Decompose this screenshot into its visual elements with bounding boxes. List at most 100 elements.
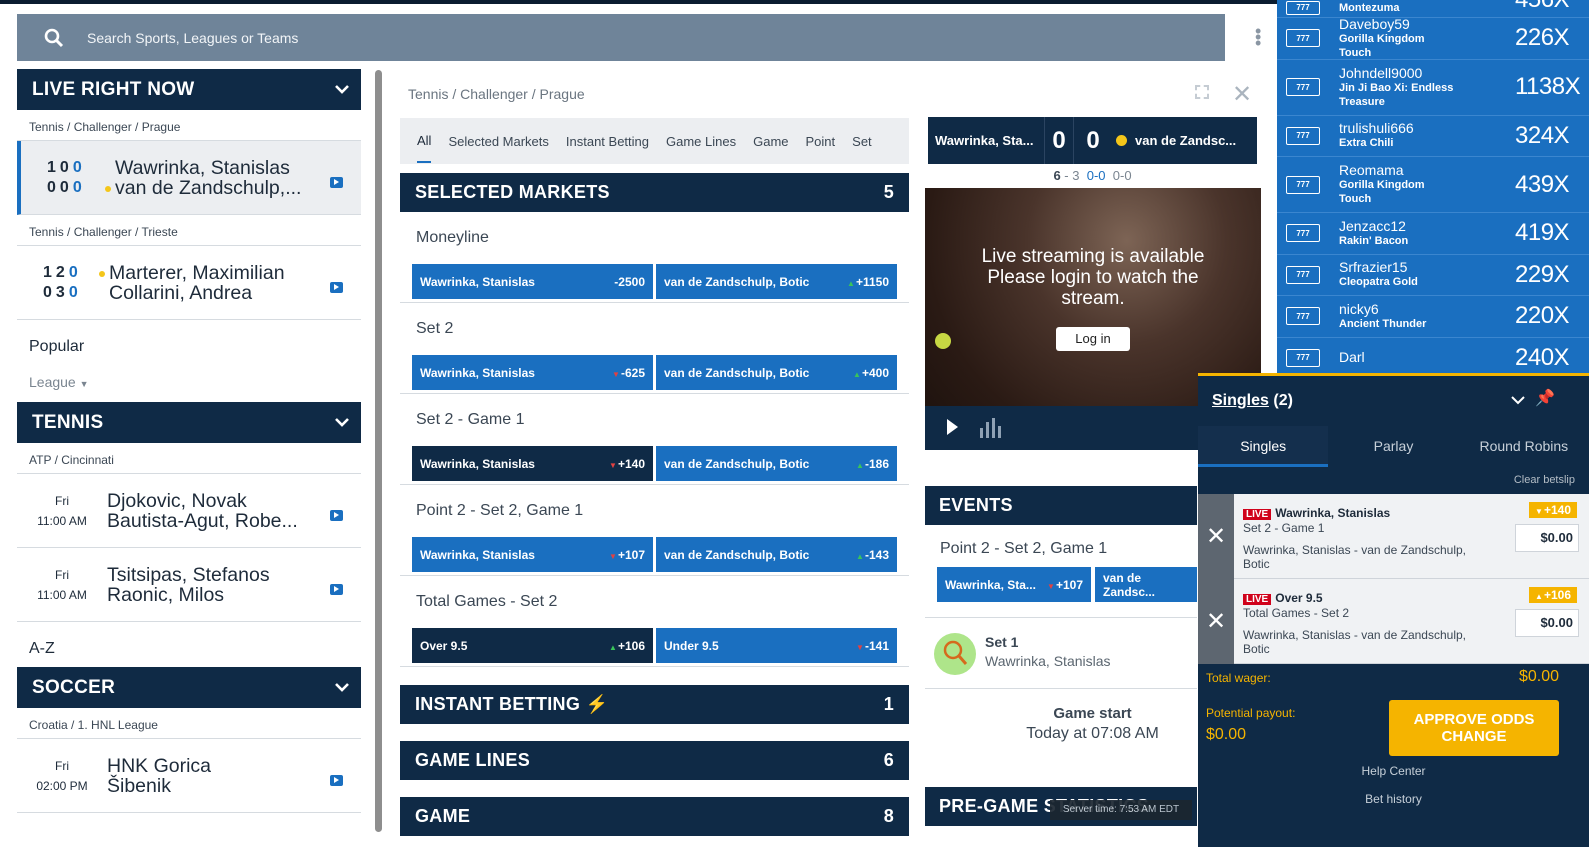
odds-button[interactable]: Wawrinka, Sta... ▼+107 [937, 567, 1091, 602]
market-moneyline: Moneyline Wawrinka, Stanislas -2500 van d… [400, 212, 909, 303]
odds-button[interactable]: van de Zandschulp, Botic ▲+400 [656, 355, 897, 390]
market-set-2-game-1: Set 2 - Game 1 Wawrinka, Stanislas ▼+140 … [400, 394, 909, 485]
wager-input[interactable]: $0.00 [1515, 609, 1579, 637]
odds-button[interactable]: Wawrinka, Stanislas ▼-625 [412, 355, 653, 390]
login-button[interactable]: Log in [1056, 327, 1130, 351]
stats-icon[interactable] [980, 418, 1006, 438]
odds-button[interactable]: Wawrinka, Stanislas ▼+107 [412, 537, 653, 572]
odds-button[interactable]: Wawrinka, Stanislas -2500 [412, 264, 653, 299]
tab-selected-markets[interactable]: Selected Markets [448, 134, 548, 149]
tab-round-robins[interactable]: Round Robins [1459, 426, 1589, 467]
approve-odds-change-button[interactable]: APPROVE ODDS CHANGE [1389, 700, 1559, 756]
odds-button[interactable]: van de Zandsc... [1095, 567, 1197, 602]
odds-button[interactable]: van de Zandschulp, Botic ▲+1150 [656, 264, 897, 299]
wager-input[interactable]: $0.00 [1515, 524, 1579, 552]
live-header[interactable]: LIVE RIGHT NOW [17, 69, 361, 110]
remove-bet-icon[interactable]: ✕ [1198, 579, 1234, 664]
search-icon [44, 28, 64, 47]
serve-indicator [1116, 135, 1127, 146]
events-header[interactable]: EVENTS [925, 486, 1197, 525]
tab-all[interactable]: All [417, 133, 432, 163]
live-stream-icon[interactable] [330, 510, 343, 521]
help-center-link[interactable]: Help Center [1198, 764, 1589, 778]
scrollbar[interactable] [375, 70, 382, 832]
player-1: Wawrinka, Sta... [935, 133, 1034, 148]
search-bar[interactable]: Search Sports, Leagues or Teams [17, 14, 1225, 61]
match-row[interactable]: Fri 11:00 AM Djokovic, Novak Bautista-Agut… [17, 474, 361, 548]
play-icon[interactable] [947, 419, 958, 435]
odds-change-badge: ▲+106 [1529, 587, 1577, 603]
betslip-title[interactable]: Singles [1212, 392, 1269, 410]
bet-history-link[interactable]: Bet history [1198, 792, 1589, 806]
left-panel: LIVE RIGHT NOW Tennis / Challenger / Pra… [17, 69, 361, 847]
odds-button-selected[interactable]: Wawrinka, Stanislas ▼+140 [412, 446, 653, 481]
winner-row: 777 nicky6 Ancient Thunder 220X [1277, 296, 1589, 338]
soccer-header[interactable]: SOCCER [17, 667, 361, 708]
clear-betslip-link[interactable]: Clear betslip [1198, 467, 1589, 494]
expand-icon[interactable] [1195, 85, 1209, 99]
tab-game-lines[interactable]: Game Lines [666, 134, 736, 149]
live-stream-icon[interactable] [330, 177, 343, 188]
tab-set[interactable]: Set [852, 134, 872, 149]
tab-point[interactable]: Point [806, 134, 836, 149]
tab-instant-betting[interactable]: Instant Betting [566, 134, 649, 149]
odds-button[interactable]: van de Zandschulp, Botic ▲-143 [656, 537, 897, 572]
bet-selection: Wawrinka, Stanislas [1275, 506, 1391, 520]
bet-event: Wawrinka, Stanislas - van de Zandschulp,… [1243, 543, 1466, 571]
caret-down-icon: ▼ [79, 379, 89, 389]
bet-market: Total Games - Set 2 [1243, 606, 1350, 620]
odds-button[interactable]: Under 9.5 ▼-141 [656, 628, 897, 663]
popular-label: Popular [29, 338, 85, 355]
tab-singles[interactable]: Singles [1198, 426, 1329, 467]
match-names: HNK Gorica Šibenik [107, 755, 212, 796]
market-total-games: Total Games - Set 2 Over 9.5 ▲+106 Under … [400, 576, 909, 667]
league-dropdown[interactable]: League ▼ [17, 356, 361, 402]
breadcrumb: Tennis / Challenger / Prague [408, 86, 585, 102]
set-scores: 6 - 3 0-0 0-0 [1053, 168, 1132, 183]
tab-game[interactable]: Game [753, 134, 788, 149]
more-menu-icon[interactable]: • • • [1255, 22, 1261, 52]
betslip-header[interactable]: Singles (2) 📌 [1198, 376, 1589, 426]
remove-bet-icon[interactable]: ✕ [1198, 494, 1234, 579]
odds-button[interactable]: van de Zandschulp, Botic ▲-186 [656, 446, 897, 481]
match-row[interactable]: Fri 11:00 AM Tsitsipas, Stefanos Raonic, M… [17, 548, 361, 622]
live-title: LIVE RIGHT NOW [32, 78, 195, 100]
match-row[interactable]: Fri 02:00 PM HNK Gorica Šibenik [17, 739, 361, 813]
live-stream-icon[interactable] [330, 584, 343, 595]
live-match-row[interactable]: 100 000 Wawrinka, Stanislas van de Zandsc… [17, 141, 361, 215]
tennis-header[interactable]: TENNIS [17, 402, 361, 443]
winner-row: 777 Daveboy59 Gorilla Kingdom Touch 226X [1277, 16, 1589, 60]
live-badge: LIVE [1243, 594, 1272, 605]
slot-machine-icon: 777 [1286, 126, 1320, 145]
soccer-title: SOCCER [32, 676, 116, 698]
tab-parlay[interactable]: Parlay [1328, 426, 1458, 467]
bet-slip-item: ✕ LIVE Over 9.5 Total Games - Set 2 Wawri… [1198, 579, 1589, 664]
odds-button-selected[interactable]: Over 9.5 ▲+106 [412, 628, 653, 663]
soccer-crumb: Croatia / 1. HNL League [17, 708, 361, 739]
close-icon[interactable]: ✕ [1232, 80, 1252, 109]
live-stream-icon[interactable] [330, 282, 343, 293]
tennis-racket-icon [934, 633, 976, 675]
chevron-down-icon[interactable] [335, 683, 349, 692]
live-stream-icon[interactable] [330, 775, 343, 786]
slot-machine-icon: 777 [1286, 0, 1320, 15]
game-lines-header[interactable]: GAME LINES 6 [400, 741, 909, 780]
bet-slip-item: ✕ LIVE Wawrinka, Stanislas Set 2 - Game 1… [1198, 494, 1589, 579]
pin-icon[interactable]: 📌 [1535, 388, 1555, 408]
tennis-ball-image [935, 333, 951, 349]
search-input[interactable]: Search Sports, Leagues or Teams [87, 30, 298, 46]
winner-row: 777 Johndell9000 Jin Ji Bao Xi: Endless Tre… [1277, 60, 1589, 116]
chevron-down-icon[interactable] [1511, 396, 1525, 405]
instant-betting-header[interactable]: INSTANT BETTING ⚡ 1 [400, 685, 909, 724]
live-match-row[interactable]: 120 030 Marterer, Maximilian Collarini, A… [17, 246, 361, 320]
stream-message: Live streaming is available Please login … [981, 246, 1205, 309]
game-header[interactable]: GAME 8 [400, 797, 909, 836]
match-names: Djokovic, Novak Bautista-Agut, Robe... [107, 490, 298, 531]
chevron-down-icon[interactable] [335, 85, 349, 94]
match-names: Marterer, Maximilian Collarini, Andrea [109, 262, 285, 303]
serve-indicator [99, 264, 109, 302]
selected-markets-header[interactable]: SELECTED MARKETS 5 [400, 173, 909, 212]
markets-list: SELECTED MARKETS 5 Moneyline Wawrinka, St… [400, 173, 909, 836]
chevron-down-icon[interactable] [335, 418, 349, 427]
slot-machine-icon: 777 [1286, 265, 1320, 284]
